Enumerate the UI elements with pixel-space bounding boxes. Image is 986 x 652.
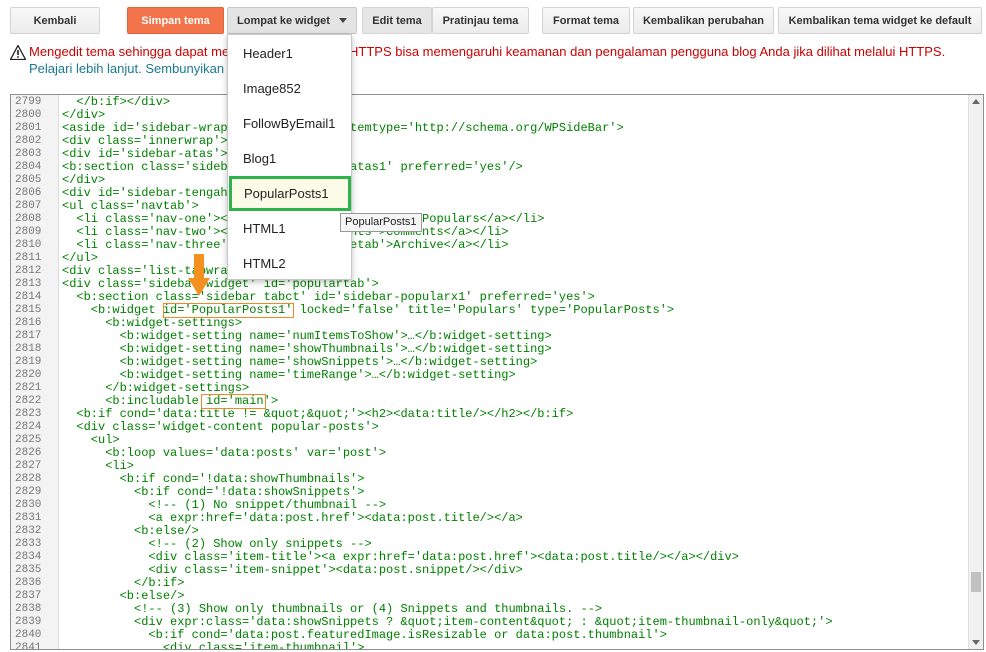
- save-theme-button[interactable]: Simpan tema: [127, 7, 224, 34]
- preview-theme-button[interactable]: Pratinjau tema: [432, 7, 529, 34]
- line-number: 2817: [15, 330, 42, 342]
- scroll-down-icon[interactable]: [972, 640, 980, 645]
- line-number: 2824: [15, 421, 42, 433]
- code-line: 2804 <b:section class='sideb atas1' prefe…: [11, 161, 971, 174]
- scrollbar-thumb[interactable]: [971, 572, 981, 592]
- line-number: 2816: [15, 317, 42, 329]
- line-number: 2839: [15, 616, 42, 628]
- code-lines: 2799 </b:if></div> 2800 </div> 2801 <aside i…: [11, 96, 971, 650]
- back-button[interactable]: Kembali: [10, 7, 100, 34]
- line-number: 2810: [15, 239, 42, 251]
- line-number: 2837: [15, 590, 42, 602]
- code-line: 2826 <b:loop values='data:posts' var='po…: [11, 447, 971, 460]
- widget-menu-item[interactable]: HTML2: [228, 246, 351, 281]
- line-number: 2828: [15, 473, 42, 485]
- line-number: 2835: [15, 564, 42, 576]
- line-number: 2807: [15, 200, 42, 212]
- arrow-down-icon: [188, 254, 210, 296]
- widget-menu-item[interactable]: HTML1: [228, 211, 351, 246]
- learn-more-hide-links[interactable]: Pelajari lebih lanjut. Sembunyikan: [29, 61, 224, 77]
- warning-text-end: HTTPS bisa memengaruhi keamanan dan peng…: [349, 44, 946, 59]
- code-line: 2841 <div class='item-thumbnail'>: [11, 642, 971, 650]
- vertical-scrollbar[interactable]: [968, 95, 983, 649]
- line-number: 2813: [15, 278, 42, 290]
- tooltip: PopularPosts1: [340, 213, 422, 232]
- line-number: 2800: [15, 109, 42, 121]
- line-number: 2815: [15, 304, 42, 316]
- line-number: 2821: [15, 382, 42, 394]
- jump-to-widget-button[interactable]: Lompat ke widget: [227, 7, 357, 34]
- warning-icon: [10, 45, 26, 60]
- includable-id-highlight: [201, 394, 266, 409]
- line-number: 2822: [15, 395, 42, 407]
- line-number: 2801: [15, 122, 42, 134]
- revert-widget-theme-button[interactable]: Kembalikan tema widget ke default: [778, 7, 982, 34]
- scroll-up-icon[interactable]: [972, 99, 980, 104]
- line-number: 2819: [15, 356, 42, 368]
- line-number: 2804: [15, 161, 42, 173]
- widget-menu-item[interactable]: Image852: [228, 71, 351, 106]
- line-number: 2831: [15, 512, 42, 524]
- line-number: 2820: [15, 369, 42, 381]
- format-theme-button[interactable]: Format tema: [542, 7, 630, 34]
- line-number: 2833: [15, 538, 42, 550]
- line-number: 2832: [15, 525, 42, 537]
- line-number: 2809: [15, 226, 42, 238]
- code-line: 2799 </b:if></div>: [11, 96, 971, 109]
- code-line: 2810 <li class='nav-three' etab'>Archive…: [11, 239, 971, 252]
- line-number: 2803: [15, 148, 42, 160]
- warning-text-start: Mengedit tema sehingga dapat me: [29, 44, 230, 59]
- line-number: 2805: [15, 174, 42, 186]
- line-number: 2818: [15, 343, 42, 355]
- line-number: 2841: [15, 642, 42, 650]
- code-line: 2824 <div class='widget-content popular-…: [11, 421, 971, 434]
- widget-id-highlight: [163, 303, 294, 318]
- line-number: 2802: [15, 135, 42, 147]
- chevron-down-icon: [338, 18, 347, 23]
- widget-menu-item[interactable]: FollowByEmail1: [228, 106, 351, 141]
- line-number: 2838: [15, 603, 42, 615]
- code-editor[interactable]: 2799 </b:if></div> 2800 </div> 2801 <aside i…: [10, 94, 984, 650]
- line-number: 2799: [15, 96, 42, 108]
- widget-menu-item[interactable]: Header1: [228, 36, 351, 71]
- line-number: 2830: [15, 499, 42, 511]
- revert-changes-button[interactable]: Kembalikan perubahan: [633, 7, 774, 34]
- widget-menu-item[interactable]: Blog1: [228, 141, 351, 176]
- line-number: 2823: [15, 408, 42, 420]
- line-number: 2836: [15, 577, 42, 589]
- line-number: 2840: [15, 629, 42, 641]
- widget-dropdown-menu: Header1 Image852 FollowByEmail1 Blog1 Popula…: [227, 34, 352, 280]
- edit-theme-button[interactable]: Edit tema: [362, 7, 432, 34]
- line-number: 2827: [15, 460, 42, 472]
- widget-menu-item[interactable]: PopularPosts1: [229, 176, 351, 211]
- line-number: 2808: [15, 213, 42, 225]
- line-number: 2806: [15, 187, 42, 199]
- line-number: 2825: [15, 434, 42, 446]
- jump-to-widget-label: Lompat ke widget: [237, 14, 330, 27]
- line-number: 2834: [15, 551, 42, 563]
- line-number: 2826: [15, 447, 42, 459]
- line-number: 2811: [15, 252, 42, 264]
- line-code: <div class='item-thumbnail'>: [62, 641, 365, 650]
- line-number: 2812: [15, 265, 42, 277]
- line-number: 2814: [15, 291, 42, 303]
- line-number: 2829: [15, 486, 42, 498]
